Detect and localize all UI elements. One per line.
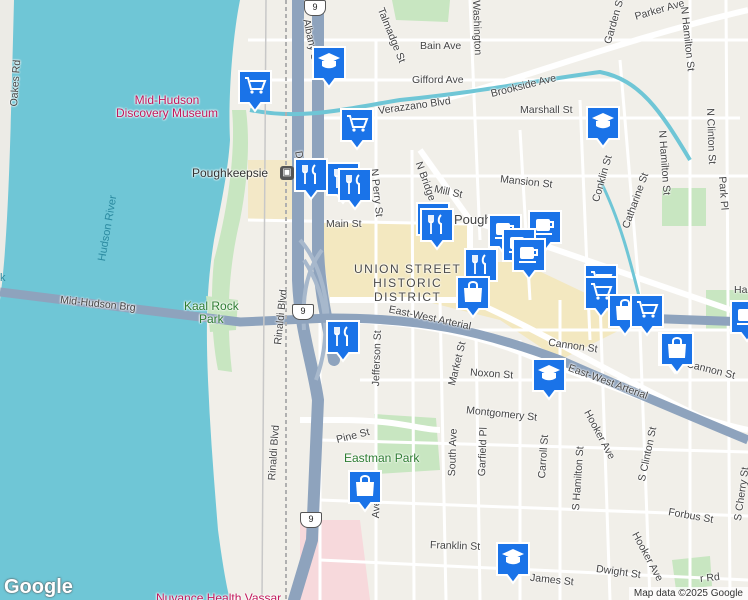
route-shield-us9-top: 9 [304, 0, 326, 16]
shopping-cart-icon [340, 108, 374, 151]
school-marker[interactable] [494, 540, 532, 586]
street-label-r-rd: r Rd [699, 570, 721, 586]
street-label-nclinton: N Clinton St [704, 108, 718, 165]
place-label-eastman-park: Eastman Park [344, 451, 420, 465]
street-label-bain: Bain Ave [420, 40, 462, 52]
shopping-cart-marker[interactable] [236, 68, 274, 114]
park-top [392, 0, 450, 22]
school-marker[interactable] [310, 44, 348, 90]
school-icon [496, 542, 530, 585]
school-marker[interactable] [530, 356, 568, 402]
place-label-museum: Mid-Hudson Discovery Museum [116, 94, 218, 120]
restaurant-marker[interactable] [418, 206, 456, 252]
restaurant-marker[interactable] [336, 166, 374, 212]
restaurant-icon [326, 320, 360, 363]
shopping-bag-icon [348, 470, 382, 513]
map-attribution: Map data ©2025 Google [628, 587, 748, 600]
district-line3: DISTRICT [374, 290, 442, 304]
restaurant-marker[interactable] [324, 318, 362, 364]
school-marker[interactable] [584, 104, 622, 150]
street-label-harr: Harr [734, 284, 748, 296]
cafe-icon [512, 238, 546, 281]
restaurant-icon [338, 168, 372, 211]
street-label-gifford: Gifford Ave [412, 74, 464, 86]
shopping-cart-icon [238, 70, 272, 113]
street-label-garfield: Garfield Pl [476, 426, 490, 477]
place-label-union-street-district: UNION STREET HISTORIC DISTRICT [354, 262, 461, 304]
cafe-marker[interactable] [728, 298, 748, 344]
route-shield-us9-mid: 9 [292, 304, 314, 320]
place-label-nuvance-hospital: Nuvance Health Vassar [156, 591, 282, 600]
street-label-parkpl: Park Pl [716, 176, 731, 211]
shopping-bag-marker[interactable] [346, 468, 384, 514]
map-canvas[interactable]: Albany St Talmadge St Washington Bain Av… [0, 0, 748, 600]
cafe-marker[interactable] [510, 236, 548, 282]
district-line2: HISTORIC [373, 276, 443, 290]
street-label-franklin: Franklin St [429, 539, 481, 553]
shopping-cart-marker[interactable] [338, 106, 376, 152]
shopping-bag-icon [456, 276, 490, 319]
kaal-line2: Park [199, 312, 224, 326]
shopping-bag-marker[interactable] [658, 330, 696, 376]
street-label-marshall: Marshall St [520, 104, 573, 116]
school-icon [312, 46, 346, 89]
district-line1: UNION STREET [354, 262, 462, 276]
street-label-main: Main St [326, 218, 362, 230]
restaurant-icon [420, 208, 454, 251]
cafe-icon [730, 300, 748, 343]
google-logo: Google [4, 576, 73, 598]
school-icon [586, 106, 620, 149]
shopping-bag-marker[interactable] [454, 274, 492, 320]
street-label-jefferson: Jefferson St [370, 330, 384, 387]
place-label-poughkeepsie: Poughkeepsie [192, 166, 269, 180]
route-shield-us9-low: 9 [300, 512, 322, 528]
school-icon [532, 358, 566, 401]
museum-name-line2: Discovery Museum [116, 106, 219, 120]
street-label-south-ave: South Ave [446, 428, 460, 477]
shopping-bag-icon [660, 332, 694, 375]
street-label-washington: Washington [470, 0, 484, 56]
label-k: k [0, 272, 6, 284]
place-label-kaal-rock-park: Kaal Rock Park [184, 300, 239, 326]
